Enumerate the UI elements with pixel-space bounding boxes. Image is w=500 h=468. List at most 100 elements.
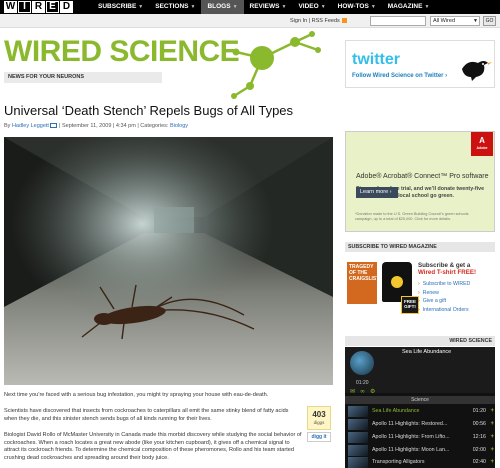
video-list-item[interactable]: Sea Life Abundance 01:20 + [345, 405, 495, 418]
subscribe-link[interactable]: Subscribe to WIRED [418, 280, 471, 289]
top-nav: W I R E D SUBSCRIBE ▼ SECTIONS ▼ BLOGS ▼ RE… [0, 0, 500, 14]
renew-link[interactable]: Renew [418, 289, 470, 298]
video-thumbnail [348, 457, 368, 468]
video-title: Transporting Alligators [372, 459, 425, 465]
learn-more-button[interactable]: Learn more › [356, 187, 398, 198]
wired-logo[interactable]: W I R E D [4, 1, 74, 13]
twitter-logo: twitter [352, 51, 400, 68]
logo-letter: I [18, 1, 31, 13]
nav-item-video[interactable]: VIDEO ▼ [292, 0, 331, 14]
video-thumbnail [348, 406, 368, 417]
logo-letter: R [32, 1, 45, 13]
nav-item-subscribe[interactable]: SUBSCRIBE ▼ [92, 0, 149, 14]
video-thumbnail [348, 445, 368, 456]
article-headline[interactable]: Universal ‘Death Stench’ Repels Bugs of … [4, 103, 293, 118]
now-playing-thumbnail[interactable] [350, 351, 374, 375]
video-header: WIRED SCIENCE [345, 336, 495, 346]
subscribe-title-offer: Wired T-shirt FREE! [418, 269, 477, 276]
subscribe-links: Subscribe to WIRED Renew Give a gift Int… [418, 280, 471, 315]
twitter-follow-link[interactable]: Follow Wired Science on Twitter › [352, 72, 447, 80]
ad-fine-print: *Donation made to the U.S. Green Buildin… [355, 212, 469, 221]
category-link[interactable]: Biology [170, 123, 188, 129]
blog-tagline: NEWS FOR YOUR NEURONS [4, 72, 162, 83]
nav-item-sections[interactable]: SECTIONS ▼ [149, 0, 201, 14]
link-icon[interactable]: ∞ [360, 388, 367, 395]
article-date: September 11, 2009 [61, 123, 112, 129]
nav-item-reviews[interactable]: REVIEWS ▼ [244, 0, 293, 14]
digg-label: diggs [313, 420, 325, 425]
add-video-icon[interactable]: + [486, 408, 494, 415]
now-playing-time: 01:20 [356, 380, 369, 386]
subscribe-header: SUBSCRIBE TO WIRED MAGAZINE [345, 242, 495, 252]
email-icon[interactable] [50, 123, 58, 129]
article-paragraph: Biologist David Rollo of McMaster Univer… [4, 432, 302, 461]
share-icon[interactable]: ⚙ [370, 388, 377, 395]
article-byline: By Hadley Leggett | September 11, 2009 |… [4, 123, 188, 130]
rss-feeds-link[interactable]: RSS Feeds [312, 18, 340, 24]
video-duration: 12:16 [472, 434, 486, 440]
logo-letter: E [46, 1, 59, 13]
video-thumbnail [348, 419, 368, 430]
embed-icon[interactable]: ✉ [350, 388, 357, 395]
author-link[interactable]: Hadley Leggett [12, 123, 49, 129]
account-links: Sign In | RSS Feeds [290, 17, 348, 25]
video-duration: 01:20 [472, 408, 486, 414]
video-thumbnail [348, 432, 368, 443]
give-gift-link[interactable]: Give a gift [418, 297, 470, 306]
digg-count-box: 403 diggs [307, 406, 331, 430]
sign-in-link[interactable]: Sign In [290, 18, 307, 24]
chevron-down-icon: ▼ [232, 4, 238, 10]
article-time: 4:34 pm [115, 123, 136, 129]
international-orders-link[interactable]: International Orders [418, 306, 470, 315]
video-title: Sea Life Abundance [372, 408, 420, 414]
search-scope-value: All Wired [433, 18, 456, 24]
search-input[interactable] [370, 16, 426, 26]
article-paragraph: Next time you’re faced with a serious bu… [4, 392, 269, 398]
video-title: Apollo 11 Highlights: From Lifto... [372, 434, 450, 440]
adobe-logo: A Adobe [471, 132, 493, 156]
logo-letter: W [4, 1, 17, 13]
article-paragraph: Scientists have discovered that insects … [4, 408, 289, 422]
chevron-down-icon: ▼ [190, 4, 196, 10]
free-gift-badge: FREE GIFT! [401, 296, 419, 314]
nav-item-how-tos[interactable]: HOW-TOS ▼ [332, 0, 382, 14]
nav-item-magazine[interactable]: MAGAZINE ▼ [382, 0, 436, 14]
ad-title: Adobe® Acrobat® Connect™ Pro software [356, 173, 489, 180]
nav-links: SUBSCRIBE ▼ SECTIONS ▼ BLOGS ▼ REVIEWS ▼ VID… [92, 0, 435, 14]
video-duration: 02:00 [472, 447, 486, 453]
add-video-icon[interactable]: + [486, 421, 494, 428]
video-list-item[interactable]: Transporting Alligators 02:40 + [345, 456, 495, 468]
digg-count: 403 [312, 410, 326, 419]
tab-science[interactable]: Science [345, 396, 495, 404]
utility-bar: Sign In | RSS Feeds All Wired ▼ GO [0, 14, 500, 28]
chevron-down-icon: ▼ [320, 4, 326, 10]
video-title: Apollo 11 Highlights: Moon Lan... [372, 447, 450, 453]
search-go-button[interactable]: GO [483, 16, 496, 26]
twitter-follow-box[interactable]: twitter Follow Wired Science on Twitter … [345, 40, 495, 88]
chevron-down-icon: ▼ [138, 4, 144, 10]
chevron-down-icon: ▼ [424, 4, 430, 10]
video-duration: 00:56 [472, 421, 486, 427]
search-scope-select[interactable]: All Wired ▼ [430, 16, 480, 26]
video-title: Apollo 11 Highlights: Restored... [372, 421, 448, 427]
magazine-cover[interactable]: TRAGEDY OF THE CRAIGSLIST [347, 262, 377, 304]
categories-label: Categories: [140, 123, 169, 129]
player-controls: ✉ ∞ ⚙ [350, 388, 377, 395]
chevron-down-icon: ▼ [473, 18, 478, 24]
cockroach-photo [4, 137, 333, 385]
bird-icon [462, 61, 492, 81]
byline-by: By [4, 123, 11, 129]
molecule-graphic [231, 31, 321, 99]
now-playing-title: Sea Life Abundance [402, 349, 452, 355]
digg-it-button[interactable]: digg it [307, 432, 331, 442]
video-duration: 02:40 [472, 459, 486, 465]
add-video-icon[interactable]: + [486, 447, 494, 454]
chevron-down-icon: ▼ [370, 4, 376, 10]
add-video-icon[interactable]: + [486, 459, 494, 466]
nav-item-blogs[interactable]: BLOGS ▼ [201, 0, 244, 14]
rss-icon [342, 18, 348, 24]
video-list-item[interactable]: Apollo 11 Highlights: Restored... 00:56 … [345, 418, 495, 431]
add-video-icon[interactable]: + [486, 434, 494, 441]
video-list-item[interactable]: Apollo 11 Highlights: From Lifto... 12:1… [345, 431, 495, 444]
chevron-down-icon: ▼ [281, 4, 287, 10]
